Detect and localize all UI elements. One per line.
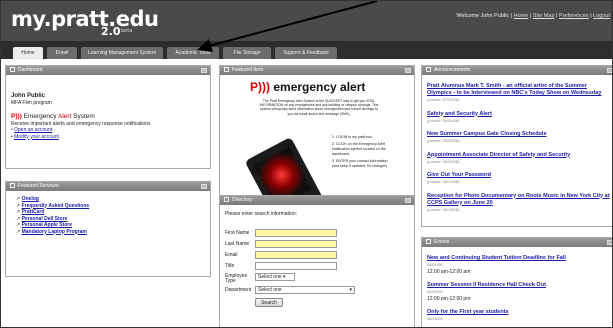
maximize-icon[interactable] — [201, 68, 207, 73]
collapse-icon[interactable] — [224, 197, 229, 202]
emergency-alert-steps: 1. LOGIN to my.pratt.edu 2. CLICK on the… — [332, 135, 389, 168]
service-apple-store[interactable]: Personal Apple Store — [22, 222, 72, 228]
tab-home[interactable]: Home — [13, 47, 43, 59]
main-content: Dashboard John Public MFA Film program P… — [1, 59, 612, 327]
directory-header: Directory — [220, 196, 414, 205]
directory-prompt: Please enter search information: — [225, 211, 297, 217]
preferences-link[interactable]: Preferences — [559, 13, 589, 19]
collapse-icon[interactable] — [10, 183, 15, 188]
event-link[interactable]: Only for the First year students — [427, 309, 509, 315]
chevron-down-icon: ▾ — [349, 286, 352, 293]
emergency-alert-heading: P))) emergency alert — [250, 80, 366, 94]
announcements-header: Announcements — [422, 66, 612, 75]
announcement-link[interactable]: Give Out Your Password — [427, 172, 491, 178]
chevron-down-icon: ▾ — [283, 273, 286, 280]
logout-link[interactable]: Logout — [593, 13, 610, 19]
email-field[interactable] — [255, 250, 337, 259]
maximize-icon[interactable] — [607, 240, 612, 245]
emergency-alert-description: The Pratt Emergency Alert System is the … — [259, 99, 379, 116]
logo-version: 2.0 — [101, 25, 121, 38]
external-link-icon: ↗ — [16, 196, 21, 202]
announcement-link[interactable]: Reception for Photo Documentary on Roots… — [427, 193, 610, 206]
open-account-link[interactable]: Open an account — [14, 127, 52, 133]
directory-panel: Directory Please enter search informatio… — [219, 195, 415, 327]
collapse-icon[interactable] — [426, 67, 431, 72]
maximize-icon[interactable] — [607, 68, 612, 73]
external-link-icon: ↗ — [16, 228, 21, 235]
search-button[interactable]: Search — [255, 297, 283, 307]
welcome-text: Welcome John Public — [456, 13, 510, 19]
alert-signal-icon: P))) — [250, 80, 270, 94]
dashboard-panel: Dashboard John Public MFA Film program P… — [5, 65, 211, 169]
site-map-link[interactable]: Site Map — [533, 13, 555, 19]
first-name-field[interactable] — [255, 228, 337, 237]
collapse-icon[interactable] — [426, 239, 431, 244]
announcement-link[interactable]: Pratt Alumnus Mark T. Smith - an officia… — [427, 83, 601, 96]
tab-file-storage[interactable]: File Storage — [223, 47, 271, 59]
dashboard-title: Dashboard — [18, 67, 43, 73]
employee-type-select[interactable]: Select one ▾ — [255, 272, 295, 281]
event-link[interactable]: New and Continuing Student Tuition Deadl… — [427, 255, 566, 261]
tab-email[interactable]: Email — [47, 47, 77, 59]
maximize-icon[interactable] — [405, 68, 411, 73]
announcement-link[interactable]: Appointment Associate Director of Safety… — [427, 152, 570, 158]
event-link[interactable]: Summer Session II Residence Hall Check O… — [427, 282, 546, 288]
service-onelog[interactable]: Onelog — [22, 196, 39, 202]
user-program: MFA Film program — [11, 99, 52, 106]
announcements-panel: Announcements Pratt Alumnus Mark T. Smit… — [421, 65, 612, 227]
maximize-icon[interactable] — [405, 198, 411, 203]
external-link-icon: ↗ — [16, 209, 21, 215]
collapse-icon[interactable] — [10, 67, 15, 72]
external-link-icon: ↗ — [16, 222, 21, 228]
featured-item-header: Featured Item — [220, 66, 414, 75]
site-header: my.pratt.edu 2.0 beta Welcome John Publi… — [1, 1, 612, 41]
service-faq[interactable]: Frequently Asked Questions — [22, 203, 90, 209]
welcome-bar: Welcome John Public | Home | Site Map | … — [456, 13, 610, 19]
home-link[interactable]: Home — [514, 13, 529, 19]
tab-bar: Home Email Learning Management System Ac… — [1, 41, 612, 59]
featured-services-header: Featured Services — [6, 182, 210, 191]
department-select[interactable]: Select one ▾ — [255, 285, 355, 294]
last-name-field[interactable] — [255, 239, 337, 248]
announcement-link[interactable]: Safety and Security Alert — [427, 111, 492, 117]
collapse-icon[interactable] — [224, 67, 229, 72]
site-logo[interactable]: my.pratt.edu — [11, 7, 159, 31]
title-field[interactable] — [255, 261, 337, 270]
tab-academic-tools[interactable]: Academic Tools — [167, 47, 219, 59]
dashboard-header: Dashboard — [6, 66, 210, 75]
external-link-icon: ↗ — [16, 202, 21, 209]
logo-beta: beta — [121, 28, 133, 34]
announcement-link[interactable]: New Summer Campus Gate Closing Schedule — [427, 131, 547, 137]
browser-page: my.pratt.edu 2.0 beta Welcome John Publi… — [0, 0, 613, 328]
tab-support-feedback[interactable]: Support & Feedback — [275, 47, 337, 59]
service-prattcard[interactable]: PrattCard — [22, 209, 45, 215]
tab-lms[interactable]: Learning Management System — [81, 47, 163, 59]
alert-signal-icon: P))) — [11, 113, 22, 120]
service-dell-store[interactable]: Personal Dell Store — [22, 216, 68, 222]
events-panel: Events New and Continuing Student Tuitio… — [421, 237, 612, 327]
service-laptop-program[interactable]: Mandatory Laptop Program — [22, 229, 87, 235]
modify-account-link[interactable]: Modify your account — [14, 134, 59, 140]
events-header: Events — [422, 238, 612, 247]
maximize-icon[interactable] — [201, 184, 207, 189]
featured-services-panel: Featured Services ↗ Onelog ↗ Frequently … — [5, 181, 211, 277]
external-link-icon: ↗ — [16, 215, 21, 222]
